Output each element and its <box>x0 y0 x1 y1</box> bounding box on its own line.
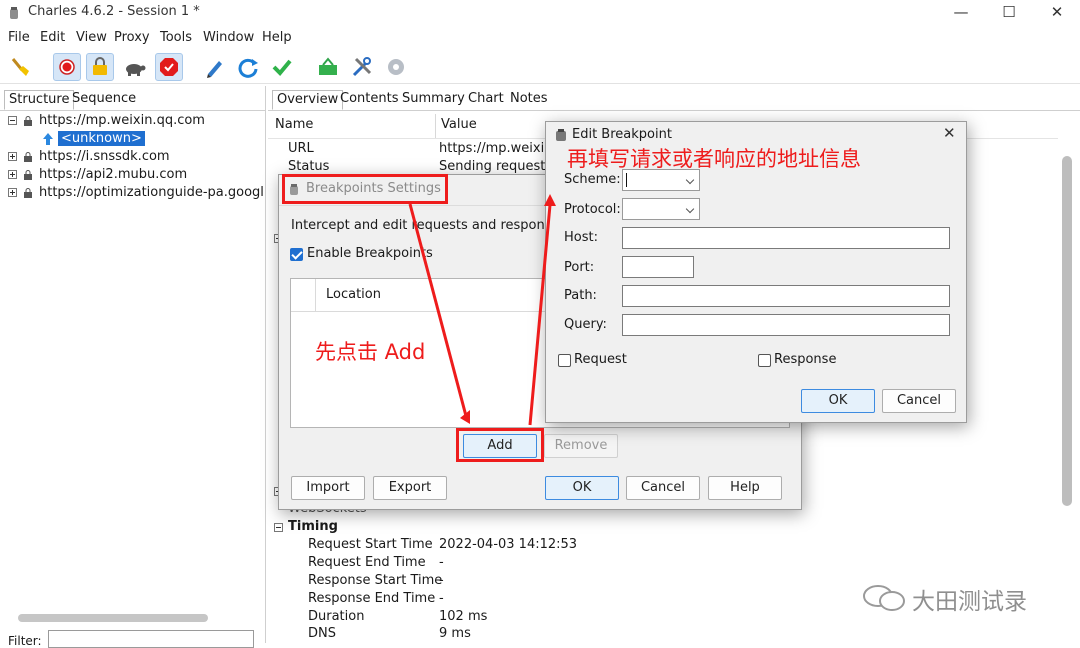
arrowhead-fields <box>544 194 556 206</box>
arrow-to-fields <box>528 204 552 426</box>
annotation-step2: 再填写请求或者响应的地址信息 <box>567 147 861 171</box>
annotation-arrows <box>408 194 556 426</box>
arrow-to-add <box>408 203 468 417</box>
watermark-text: 大田测试录 <box>912 589 1027 615</box>
chat-bubbles-icon <box>863 585 905 611</box>
annotation-step1: 先点击 Add <box>315 340 426 364</box>
